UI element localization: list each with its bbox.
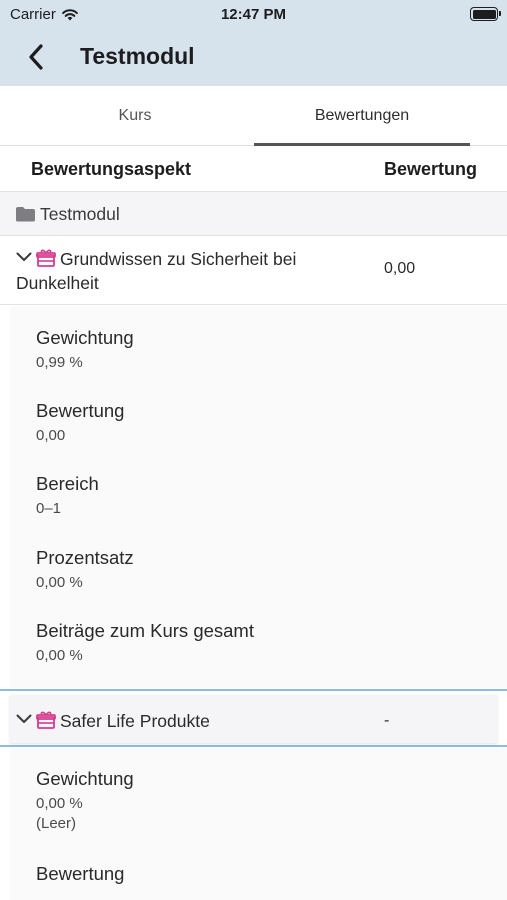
status-time: 12:47 PM [220,6,287,23]
detail-value: 0,99 % [36,354,83,371]
detail-item: Prozentsatz 0,00 % [36,547,134,591]
status-bar: Carrier 12:47 PM [0,0,507,28]
detail-value: 0,00 [36,427,66,444]
detail-value: 0,00 % [36,574,83,591]
back-chevron-icon [29,44,43,70]
battery-icon [470,7,501,21]
page-title: Testmodul [80,43,195,69]
grade-details-panel: Gewichtung 0,00 % (Leer) Bewertung [10,748,507,900]
tab-kurs[interactable]: Kurs [20,86,250,146]
detail-value: 0,00 % [36,647,83,664]
grade-item-row-selected[interactable]: Safer Life Produkte - [0,689,507,747]
detail-label: Bewertung [36,863,125,884]
detail-value: 0,00 % [36,795,83,812]
column-header-grade: Bewertung [384,159,478,179]
grade-item-card[interactable]: Safer Life Produkte - [10,695,497,743]
category-label: Testmodul [40,204,120,224]
navigation-bar: Testmodul [0,28,507,86]
detail-value: 0–1 [36,500,62,517]
category-row: Testmodul [0,192,507,236]
detail-label: Bewertung [36,400,125,421]
detail-item: Gewichtung 0,99 % [36,327,134,371]
grade-item-value: - [384,712,390,729]
detail-label: Gewichtung [36,327,134,348]
detail-label: Gewichtung [36,768,134,789]
back-button[interactable] [22,42,50,72]
detail-item: Bewertung [36,863,124,885]
chevron-down-icon[interactable] [16,714,32,724]
tab-bewertungen[interactable]: Bewertungen [254,86,470,146]
detail-label: Beiträge zum Kurs gesamt [36,620,254,641]
detail-subvalue: (Leer) [36,815,77,832]
detail-item: Beiträge zum Kurs gesamt 0,00 % [36,620,254,664]
grade-item-value: 0,00 [384,260,416,277]
detail-item: Gewichtung 0,00 % (Leer) [36,768,134,832]
gift-icon [36,711,56,729]
tab-bar: Kurs Bewertungen [0,86,507,146]
detail-label: Bereich [36,473,99,494]
grade-item-row[interactable]: Grundwissen zu Sicherheit bei Dunkelheit… [0,237,507,305]
folder-icon [16,207,35,222]
detail-item: Bereich 0–1 [36,473,99,517]
column-header-aspect: Bewertungsaspekt [31,159,192,179]
detail-label: Prozentsatz [36,547,134,568]
detail-item: Bewertung 0,00 [36,400,124,444]
grade-details-panel: Gewichtung 0,99 % Bewertung 0,00 Bereich… [10,306,507,688]
grade-item-label: Grundwissen zu Sicherheit bei Dunkelheit [16,249,297,293]
header-bar: Carrier 12:47 PM Testmodul [0,0,507,86]
grade-item-label: Safer Life Produkte [60,711,210,731]
table-header: Bewertungsaspekt Bewertung [0,147,507,192]
